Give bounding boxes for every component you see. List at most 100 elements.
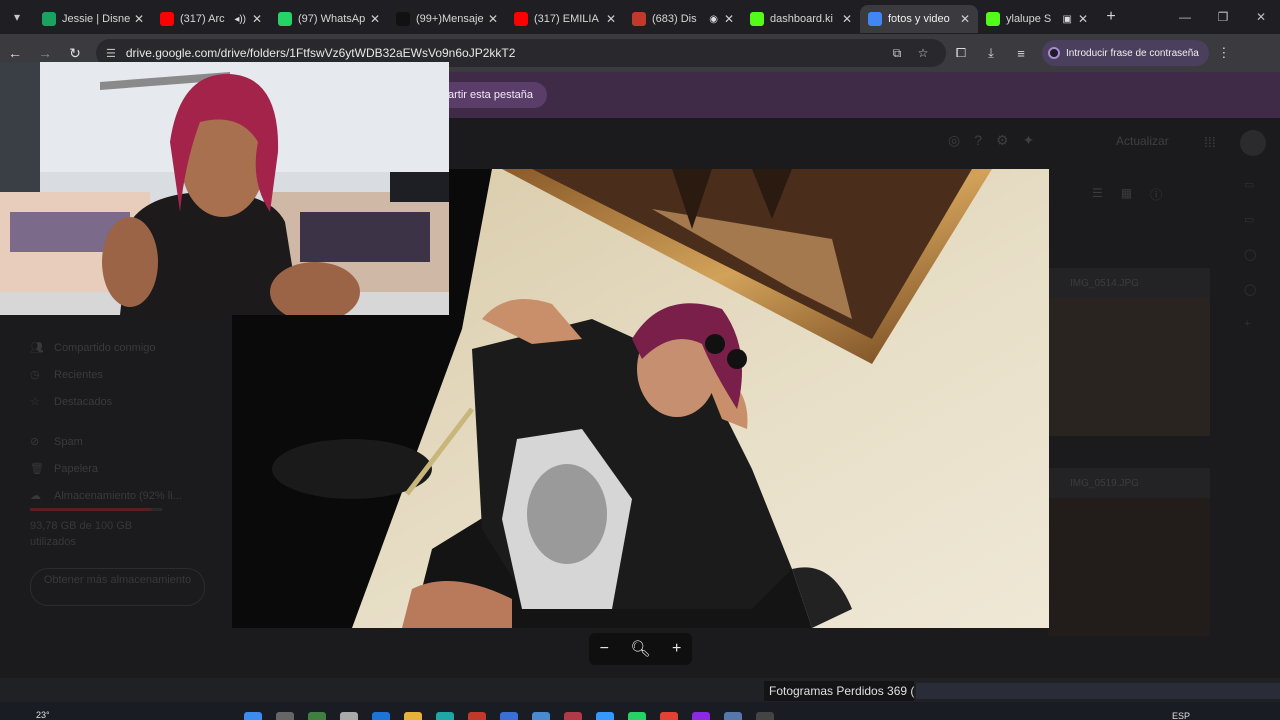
- gemini-icon[interactable]: ✦: [1023, 132, 1035, 149]
- tab[interactable]: (317) EMILIA ✕: [506, 5, 624, 33]
- tab[interactable]: (683) Dis ◉ ✕: [624, 5, 742, 33]
- tab-favicon-icon: [632, 12, 646, 26]
- tab-search-icon[interactable]: ▾: [0, 0, 34, 34]
- tab[interactable]: (317) Arc ◂)) ✕: [152, 5, 270, 33]
- sidebar-item[interactable]: 🗑︎ Papelera: [30, 455, 210, 482]
- close-tab-icon[interactable]: ✕: [132, 12, 146, 26]
- minimize-icon[interactable]: —: [1166, 0, 1204, 34]
- chrome-icon[interactable]: [660, 712, 678, 720]
- zoom-in-icon[interactable]: +: [672, 640, 681, 658]
- whatsapp-icon[interactable]: [628, 712, 646, 720]
- tab[interactable]: fotos y video ✕: [860, 5, 978, 33]
- folder-icon[interactable]: [404, 712, 422, 720]
- keep-icon[interactable]: ▭: [1244, 213, 1268, 226]
- tab-title: fotos y video: [888, 13, 950, 25]
- tab-title: (317) EMILIA: [534, 13, 599, 25]
- close-tab-icon[interactable]: ✕: [1076, 12, 1090, 26]
- share-tab-label: artir esta pestaña: [448, 89, 533, 101]
- tab[interactable]: ylalupe S ▣ ✕: [978, 5, 1096, 33]
- file-card[interactable]: IMG_0514.JPG: [1048, 268, 1210, 436]
- add-addon-icon[interactable]: +: [1244, 318, 1268, 330]
- edge-icon[interactable]: [372, 712, 390, 720]
- sidebar-item[interactable]: ☁ Almacenamiento (92% li...: [30, 482, 210, 509]
- more-menu-icon[interactable]: ⋮: [1209, 45, 1239, 61]
- taskbar-app-icon[interactable]: [500, 712, 518, 720]
- update-button[interactable]: Actualizar: [1116, 134, 1169, 148]
- tab-title: (317) Arc: [180, 13, 225, 25]
- help-icon[interactable]: ?: [974, 132, 982, 149]
- cast-icon[interactable]: ⧉: [884, 46, 910, 61]
- side-panel-rail: ▭ ▭ ◯ ◯ +: [1244, 178, 1268, 330]
- grid-view-icon[interactable]: ▦: [1121, 186, 1132, 203]
- whatsapp-icon: [278, 12, 292, 26]
- star-icon: ☆: [30, 396, 40, 408]
- language-indicator[interactable]: ESP: [1172, 711, 1190, 720]
- obs-icon[interactable]: [756, 712, 774, 720]
- site-info-icon[interactable]: ☰: [106, 47, 116, 60]
- close-tab-icon[interactable]: ✕: [368, 12, 382, 26]
- settings-gear-icon[interactable]: ⚙: [996, 132, 1009, 149]
- taskbar-app-icon[interactable]: [532, 712, 550, 720]
- close-tab-icon[interactable]: ✕: [250, 12, 264, 26]
- get-more-storage-button[interactable]: Obtener más almacenamiento: [30, 568, 205, 606]
- trash-icon: 🗑︎: [30, 463, 44, 475]
- tab[interactable]: dashboard.ki ✕: [742, 5, 860, 33]
- taskbar-app-icon[interactable]: [724, 712, 742, 720]
- maximize-icon[interactable]: ❐: [1204, 0, 1242, 34]
- tab[interactable]: Jessie | Disne ✕: [34, 5, 152, 33]
- taskbar-app-icon[interactable]: [564, 712, 582, 720]
- youtube-icon: [160, 12, 174, 26]
- start-icon[interactable]: [244, 712, 262, 720]
- weather-temperature[interactable]: 23°: [36, 710, 50, 720]
- zoom-reset-icon[interactable]: 🔍︎: [630, 639, 650, 659]
- storage-quota-bar: [30, 508, 162, 511]
- taskbar-apps: [244, 712, 774, 720]
- contacts-icon[interactable]: ◯: [1244, 283, 1268, 296]
- download-icon[interactable]: ⤓: [976, 45, 1006, 61]
- taskbar-app-icon[interactable]: [436, 712, 454, 720]
- taskbar-app-icon[interactable]: [340, 712, 358, 720]
- taskbar-app-icon[interactable]: [468, 712, 486, 720]
- taskbar-app-icon[interactable]: [692, 712, 710, 720]
- sidebar-item[interactable]: ☆ Destacados: [30, 388, 210, 415]
- list-view-icon[interactable]: ☰: [1092, 186, 1103, 203]
- status-icon[interactable]: ◎: [948, 132, 960, 149]
- close-tab-icon[interactable]: ✕: [486, 12, 500, 26]
- close-tab-icon[interactable]: ✕: [840, 12, 854, 26]
- zoom-out-icon[interactable]: −: [600, 640, 609, 658]
- close-tab-icon[interactable]: ✕: [604, 12, 618, 26]
- details-info-icon[interactable]: ⓘ: [1150, 186, 1162, 203]
- file-thumbnail: [1048, 498, 1210, 636]
- calendar-icon[interactable]: ▭: [1244, 178, 1268, 191]
- new-tab-button[interactable]: +: [1096, 8, 1126, 26]
- tab[interactable]: (99+)Mensaje ✕: [388, 5, 506, 33]
- tab[interactable]: (97) WhatsAp ✕: [270, 5, 388, 33]
- extensions-icon[interactable]: ⧠: [946, 45, 976, 61]
- sidebar-item[interactable]: ◷ Recientes: [30, 361, 210, 388]
- sidebar-item[interactable]: 👥︎ Compartido conmigo: [30, 334, 210, 361]
- avatar[interactable]: [1240, 130, 1266, 156]
- view-toggle: ☰ ▦ ⓘ: [1092, 186, 1162, 203]
- media-control-icon[interactable]: ≡: [1006, 46, 1036, 61]
- taskbar-app-icon[interactable]: [308, 712, 326, 720]
- youtube-icon: [514, 12, 528, 26]
- search-icon[interactable]: [276, 712, 294, 720]
- sidebar-item-label: Spam: [54, 435, 83, 448]
- close-window-icon[interactable]: ✕: [1242, 0, 1280, 34]
- obs-frames-dropped: Fotogramas Perdidos 369 (: [764, 681, 914, 701]
- tasks-icon[interactable]: ◯: [1244, 248, 1268, 261]
- sidebar-item[interactable]: ⊘ Spam: [30, 428, 210, 455]
- kick-icon: [750, 12, 764, 26]
- tab-status-indicator: ◂)): [234, 13, 246, 25]
- drive-sidebar: 👥︎ Compartido conmigo ◷ Recientes ☆ Destacado…: [30, 334, 210, 509]
- close-tab-icon[interactable]: ✕: [722, 12, 736, 26]
- apps-grid-icon[interactable]: ⁞⁞⁞: [1204, 134, 1216, 150]
- taskbar-app-icon[interactable]: [596, 712, 614, 720]
- tab-title: Jessie | Disne: [62, 13, 131, 25]
- close-tab-icon[interactable]: ✕: [958, 12, 972, 26]
- storage-quota-text: 93,78 GB de 100 GB utilizados: [30, 520, 133, 548]
- file-card[interactable]: IMG_0519.JPG: [1048, 468, 1210, 636]
- bookmark-star-icon[interactable]: ☆: [910, 46, 936, 60]
- password-chip[interactable]: Introducir frase de contraseña: [1042, 40, 1209, 66]
- file-thumbnail: [1048, 298, 1210, 436]
